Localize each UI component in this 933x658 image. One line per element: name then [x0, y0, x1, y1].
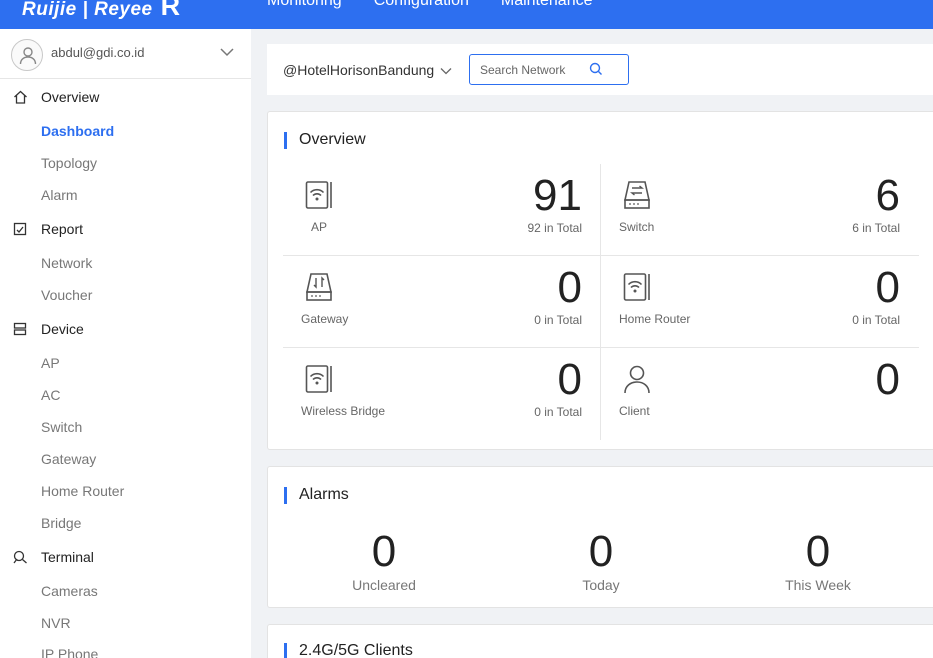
alarm-label: This Week [785, 577, 851, 593]
report-icon [13, 222, 27, 236]
sidebar-group-device[interactable]: Device [0, 315, 251, 343]
sidebar-item-gateway[interactable]: Gateway [41, 451, 96, 467]
sidebar-group-label: Report [41, 221, 84, 237]
gateway-icon [306, 273, 332, 301]
overview-card: Overview AP 91 92 in Total Switch 6 6 in… [267, 111, 933, 450]
sidebar-item-home-router[interactable]: Home Router [41, 483, 124, 499]
home-icon [14, 90, 27, 104]
home-router-icon [623, 273, 650, 301]
alarm-label: Uncleared [352, 577, 416, 593]
alarms-card: Alarms 0 Uncleared 0 Today 0 This Week [267, 466, 933, 608]
stat-total: 0 in Total [852, 313, 900, 327]
alarm-label: Today [582, 577, 620, 593]
alarm-this-week[interactable]: 0 This Week [718, 527, 918, 594]
network-select-value: @HotelHorisonBandung [283, 62, 435, 78]
switch-icon [624, 181, 650, 209]
stat-value: 0 [557, 355, 582, 404]
nav-monitoring[interactable]: Monitoring [267, 0, 342, 10]
stat-wireless-bridge[interactable]: Wireless Bridge 0 0 in Total [283, 348, 600, 440]
sidebar-item-ap[interactable]: AP [41, 355, 60, 371]
clients-card: 2.4G/5G Clients [267, 624, 933, 658]
sidebar-item-network[interactable]: Network [41, 255, 92, 271]
alarms-title: Alarms [284, 486, 349, 504]
sidebar-item-dashboard[interactable]: Dashboard [41, 123, 114, 139]
stat-home-router[interactable]: Home Router 0 0 in Total [601, 256, 918, 348]
sidebar-item-nvr[interactable]: NVR [41, 615, 71, 631]
top-nav: Monitoring Configuration Maintenance [267, 0, 593, 10]
stat-total: 6 in Total [852, 221, 900, 235]
sidebar-group-report[interactable]: Report [0, 215, 251, 243]
stat-value: 6 [875, 171, 900, 220]
filter-bar: @HotelHorisonBandung [267, 44, 933, 95]
stat-total: 92 in Total [527, 221, 583, 235]
terminal-icon [13, 550, 27, 564]
sidebar-group-overview[interactable]: Overview [0, 83, 251, 111]
stat-value: 0 [875, 263, 900, 312]
stat-label: Client [619, 404, 650, 418]
stat-label: Wireless Bridge [301, 404, 386, 418]
client-icon [624, 365, 650, 394]
user-icon [19, 47, 37, 65]
nav-configuration[interactable]: Configuration [374, 0, 469, 10]
avatar [11, 39, 43, 71]
alarm-count: 0 [805, 527, 831, 576]
stat-gateway[interactable]: Gateway 0 0 in Total [283, 256, 600, 348]
search-box [469, 54, 629, 85]
clients-title: 2.4G/5G Clients [284, 642, 413, 658]
sidebar-group-label: Device [41, 321, 84, 337]
device-icon [13, 322, 27, 336]
stat-total: 0 in Total [534, 313, 582, 327]
chevron-down-icon[interactable] [219, 47, 235, 57]
sidebar-item-topology[interactable]: Topology [41, 155, 97, 171]
sidebar-item-bridge[interactable]: Bridge [41, 515, 81, 531]
stat-label: AP [311, 220, 328, 234]
sidebar-item-cameras[interactable]: Cameras [41, 583, 98, 599]
stat-label: Gateway [301, 312, 349, 326]
sidebar-item-switch[interactable]: Switch [41, 419, 82, 435]
sidebar-item-voucher[interactable]: Voucher [41, 287, 92, 303]
stat-client[interactable]: Client 0 [601, 348, 918, 440]
stat-label: Home Router [619, 312, 691, 326]
stat-value: 0 [557, 263, 582, 312]
stat-value: 0 [875, 355, 900, 404]
chevron-down-icon [440, 68, 452, 75]
top-bar: Ruijie | Reyee R Monitoring Configuration… [0, 0, 933, 29]
brand-name: Ruijie | Reyee [22, 0, 153, 20]
brand-mark: R [160, 0, 181, 21]
search-icon[interactable] [589, 62, 603, 76]
stat-total: 0 in Total [534, 405, 582, 419]
overview-title: Overview [284, 131, 366, 149]
account-email: abdul@gdi.co.id [51, 45, 145, 60]
sidebar-group-label: Terminal [41, 549, 94, 565]
account-switcher[interactable]: abdul@gdi.co.id [0, 29, 251, 79]
wireless-bridge-icon [305, 365, 332, 393]
stat-value: 91 [533, 171, 582, 220]
sidebar-item-ip-phone[interactable]: IP Phone [41, 646, 98, 658]
network-select[interactable]: @HotelHorisonBandung [283, 62, 452, 78]
sidebar-item-ac[interactable]: AC [41, 387, 60, 403]
alarm-uncleared[interactable]: 0 Uncleared [284, 527, 484, 594]
sidebar: abdul@gdi.co.id Overview Dashboard Topol… [0, 29, 251, 658]
stat-switch[interactable]: Switch 6 6 in Total [601, 164, 918, 256]
sidebar-group-label: Overview [41, 89, 100, 105]
nav-maintenance[interactable]: Maintenance [501, 0, 593, 10]
ap-icon [305, 181, 332, 209]
sidebar-item-alarm[interactable]: Alarm [41, 187, 78, 203]
stat-label: Switch [619, 220, 655, 234]
sidebar-group-terminal[interactable]: Terminal [0, 543, 251, 571]
search-input[interactable] [470, 55, 588, 84]
stat-ap[interactable]: AP 91 92 in Total [283, 164, 600, 256]
brand-logo[interactable]: Ruijie | Reyee R [22, 0, 181, 22]
alarm-count: 0 [371, 527, 397, 576]
alarm-count: 0 [588, 527, 614, 576]
alarm-today[interactable]: 0 Today [501, 527, 701, 594]
